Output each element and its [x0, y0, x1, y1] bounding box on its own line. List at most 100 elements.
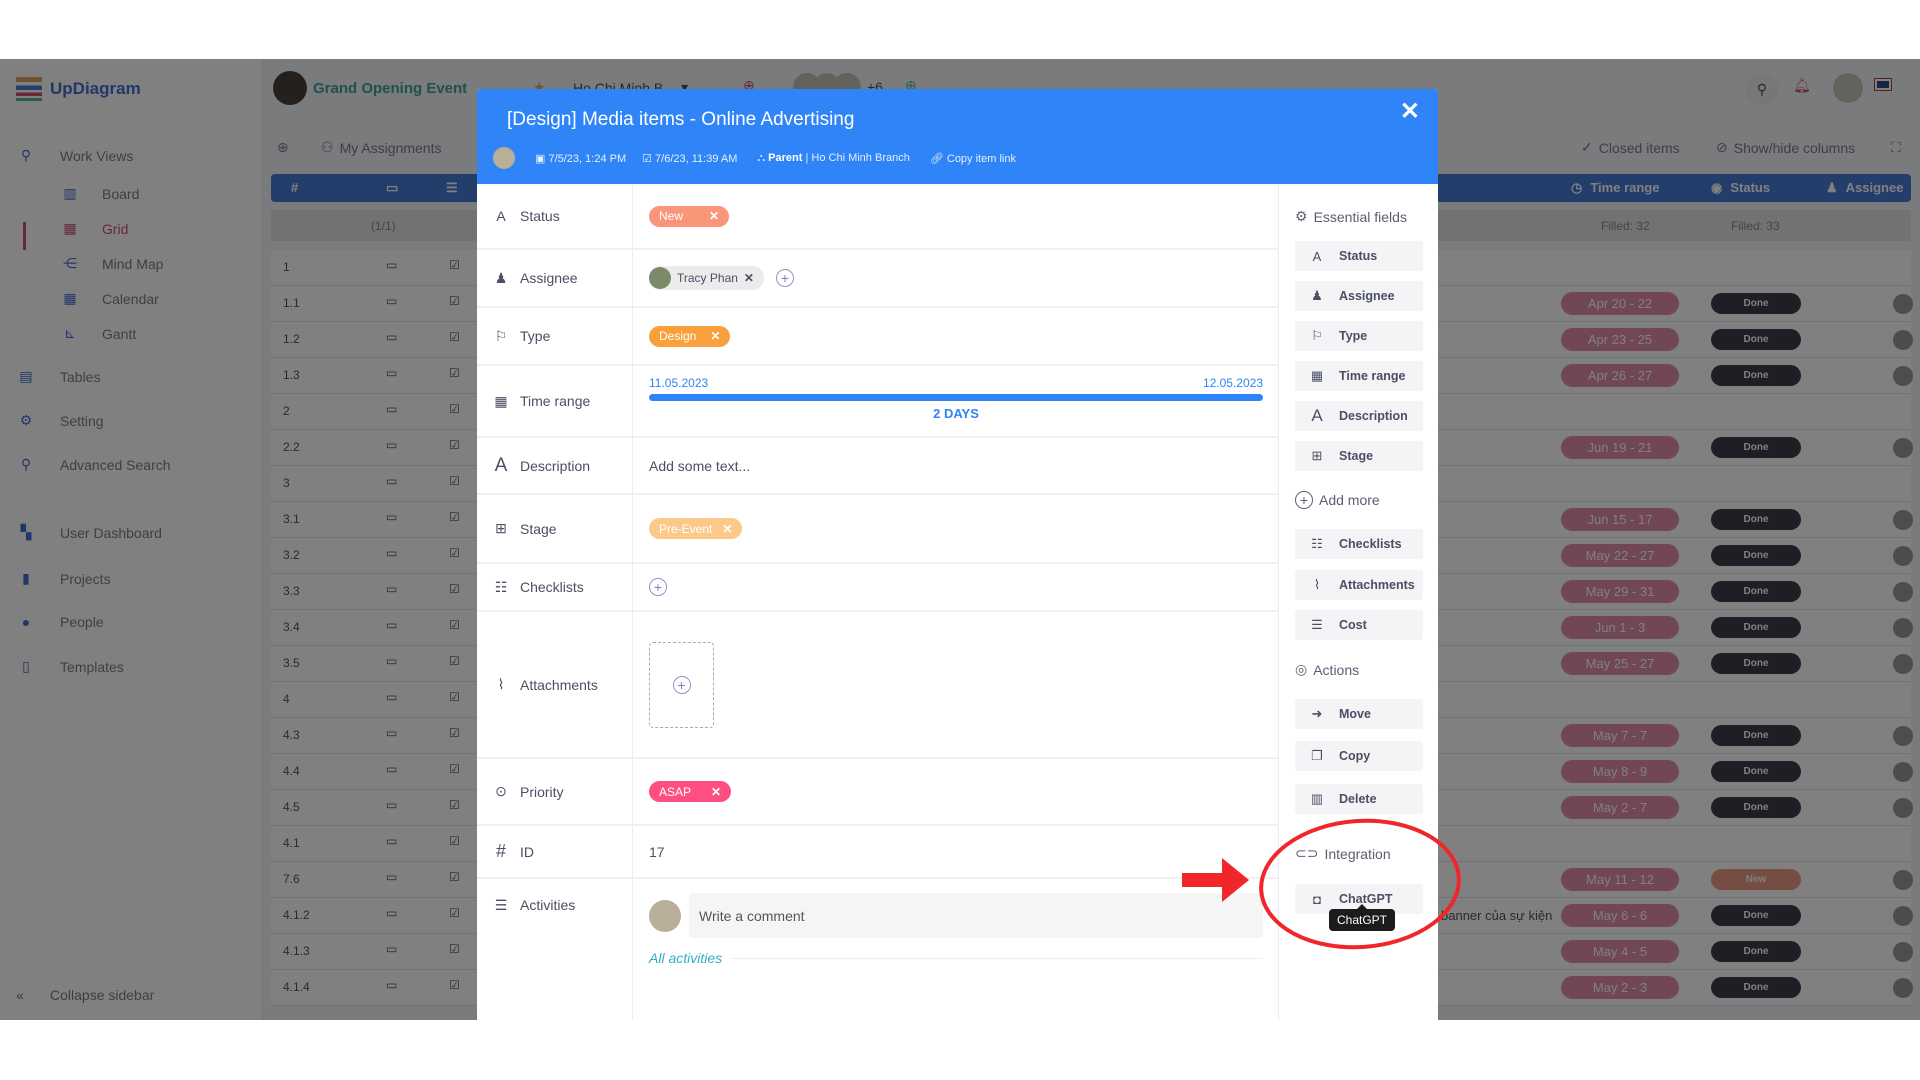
status-chip[interactable]: Done	[1711, 977, 1801, 998]
col-header-time-range[interactable]: ◷ Time range	[1571, 180, 1659, 196]
sidebar-projects[interactable]: ▮ Projects	[18, 570, 110, 587]
assignee-chip[interactable]: Tracy Phan ✕	[649, 266, 764, 290]
status-chip[interactable]: Done	[1711, 797, 1801, 818]
panel-stage-button[interactable]: ⊞ Stage	[1295, 441, 1423, 471]
time-range-chip[interactable]: Jun 1 - 3	[1561, 616, 1679, 639]
modal-title[interactable]: [Design] Media items - Online Advertisin…	[507, 109, 854, 131]
remove-icon[interactable]: ✕	[709, 209, 719, 223]
comment-icon[interactable]: ▭	[386, 366, 397, 380]
user-avatar[interactable]	[1833, 73, 1863, 103]
time-range-chip[interactable]: Jun 15 - 17	[1561, 508, 1679, 531]
checkbox-icon[interactable]: ☑	[449, 870, 460, 884]
sidebar-view-mind-map[interactable]: ⋲ Mind Map	[62, 255, 163, 272]
parent-link[interactable]: ⛬ Parent | Ho Chi Minh Branch	[757, 152, 909, 165]
assignee-avatar[interactable]	[1893, 798, 1913, 818]
col-header-num[interactable]: #	[291, 180, 298, 195]
close-button[interactable]: ✕	[1400, 97, 1420, 126]
add-assignee-button[interactable]: +	[775, 269, 794, 287]
assignee-avatar[interactable]	[1893, 366, 1913, 386]
time-range-bar[interactable]	[649, 394, 1263, 401]
checkbox-icon[interactable]: ☑	[449, 366, 460, 380]
add-attachment-button[interactable]: +	[649, 641, 714, 728]
remove-icon[interactable]: ✕	[722, 522, 732, 536]
time-range-chip[interactable]: May 4 - 5	[1561, 940, 1679, 963]
status-chip[interactable]: Done	[1711, 653, 1801, 674]
assignee-avatar[interactable]	[1893, 546, 1913, 566]
comment-icon[interactable]: ▭	[386, 618, 397, 632]
checkbox-icon[interactable]: ☑	[449, 942, 460, 956]
time-range-chip[interactable]: Apr 23 - 25	[1561, 328, 1679, 351]
comment-icon[interactable]: ▭	[386, 942, 397, 956]
panel-status-button[interactable]: A Status	[1295, 241, 1423, 271]
status-chip[interactable]: Done	[1711, 437, 1801, 458]
col-header-assignee[interactable]: ♟ Assignee	[1826, 180, 1903, 196]
type-chip[interactable]: Design ✕	[649, 325, 731, 347]
comment-icon[interactable]: ▭	[386, 546, 397, 560]
time-range-chip[interactable]: May 7 - 7	[1561, 724, 1679, 747]
sidebar-templates[interactable]: ▯ Templates	[18, 658, 124, 675]
assignee-avatar[interactable]	[1893, 582, 1913, 602]
status-chip[interactable]: Done	[1711, 617, 1801, 638]
status-chip[interactable]: New	[1711, 869, 1801, 890]
checkbox-icon[interactable]: ☑	[449, 726, 460, 740]
time-range-chip[interactable]: Jun 19 - 21	[1561, 436, 1679, 459]
collapse-sidebar-button[interactable]: «Collapse sidebar	[12, 987, 154, 1003]
comment-icon[interactable]: ▭	[386, 906, 397, 920]
remove-icon[interactable]: ✕	[711, 785, 721, 799]
start-date[interactable]: 11.05.2023	[649, 376, 708, 390]
comment-icon[interactable]: ▭	[386, 690, 397, 704]
status-chip[interactable]: New ✕	[649, 205, 730, 227]
comment-icon[interactable]: ▭	[386, 258, 397, 272]
checkbox-icon[interactable]: ☑	[449, 906, 460, 920]
checkbox-icon[interactable]: ☑	[449, 330, 460, 344]
sidebar-advanced-search[interactable]: ⚲ Advanced Search	[18, 456, 171, 473]
time-range-chip[interactable]: May 2 - 3	[1561, 976, 1679, 999]
sidebar-work-views[interactable]: ⚲ Work Views	[18, 147, 134, 164]
logo[interactable]: UpDiagram	[16, 77, 141, 101]
time-range-chip[interactable]: May 29 - 31	[1561, 580, 1679, 603]
sidebar-view-grid[interactable]: ▦ Grid	[62, 220, 128, 237]
panel-time-range-button[interactable]: ▦ Time range	[1295, 361, 1423, 391]
stage-chip[interactable]: Pre-Event ✕	[649, 518, 743, 539]
show-hide-columns-button[interactable]: ⊘ Show/hide columns	[1716, 139, 1855, 156]
checkbox-icon[interactable]: ☑	[449, 294, 460, 308]
status-chip[interactable]: Done	[1711, 905, 1801, 926]
panel-description-button[interactable]: A Description	[1295, 401, 1423, 431]
time-range-chip[interactable]: May 11 - 12	[1561, 868, 1679, 891]
checkbox-icon[interactable]: ☑	[449, 978, 460, 992]
status-chip[interactable]: Done	[1711, 761, 1801, 782]
checkbox-icon[interactable]: ☑	[449, 258, 460, 272]
status-chip[interactable]: Done	[1711, 365, 1801, 386]
status-chip[interactable]: Done	[1711, 581, 1801, 602]
remove-icon[interactable]: ✕	[744, 271, 754, 285]
panel-type-button[interactable]: ⚐ Type	[1295, 321, 1423, 351]
search-icon[interactable]: ⚲	[1746, 73, 1778, 105]
time-range-chip[interactable]: May 2 - 7	[1561, 796, 1679, 819]
sidebar-view-calendar[interactable]: ▦ Calendar	[62, 290, 158, 307]
checkbox-icon[interactable]: ☑	[449, 546, 460, 560]
assignee-avatar[interactable]	[1893, 654, 1913, 674]
assignee-avatar[interactable]	[1893, 942, 1913, 962]
assignee-avatar[interactable]	[1893, 294, 1913, 314]
comment-icon[interactable]: ▭	[386, 978, 397, 992]
description-input[interactable]: Add some text...	[633, 438, 1278, 493]
comment-icon[interactable]: ▭	[386, 294, 397, 308]
col-header-status[interactable]: ◉ Status	[1711, 180, 1770, 196]
assignee-avatar[interactable]	[1893, 330, 1913, 350]
checkbox-icon[interactable]: ☑	[449, 438, 460, 452]
priority-chip[interactable]: ASAP ✕	[649, 781, 732, 802]
comment-icon[interactable]: ▭	[386, 582, 397, 596]
assignee-avatar[interactable]	[1893, 726, 1913, 746]
checkbox-icon[interactable]: ☑	[449, 798, 460, 812]
sidebar-people[interactable]: ● People	[18, 614, 104, 630]
comment-icon[interactable]: ▭	[386, 762, 397, 776]
assignee-avatar[interactable]	[1893, 510, 1913, 530]
panel-cost-button[interactable]: ☰ Cost	[1295, 610, 1423, 640]
time-range-chip[interactable]: May 25 - 27	[1561, 652, 1679, 675]
remove-icon[interactable]: ✕	[710, 329, 720, 343]
sidebar-view-board[interactable]: ▥ Board	[62, 185, 139, 202]
assignee-avatar[interactable]	[1893, 618, 1913, 638]
checkbox-icon[interactable]: ☑	[449, 618, 460, 632]
bell-icon[interactable]: 🔔︎	[1793, 77, 1811, 94]
time-range-chip[interactable]: May 8 - 9	[1561, 760, 1679, 783]
